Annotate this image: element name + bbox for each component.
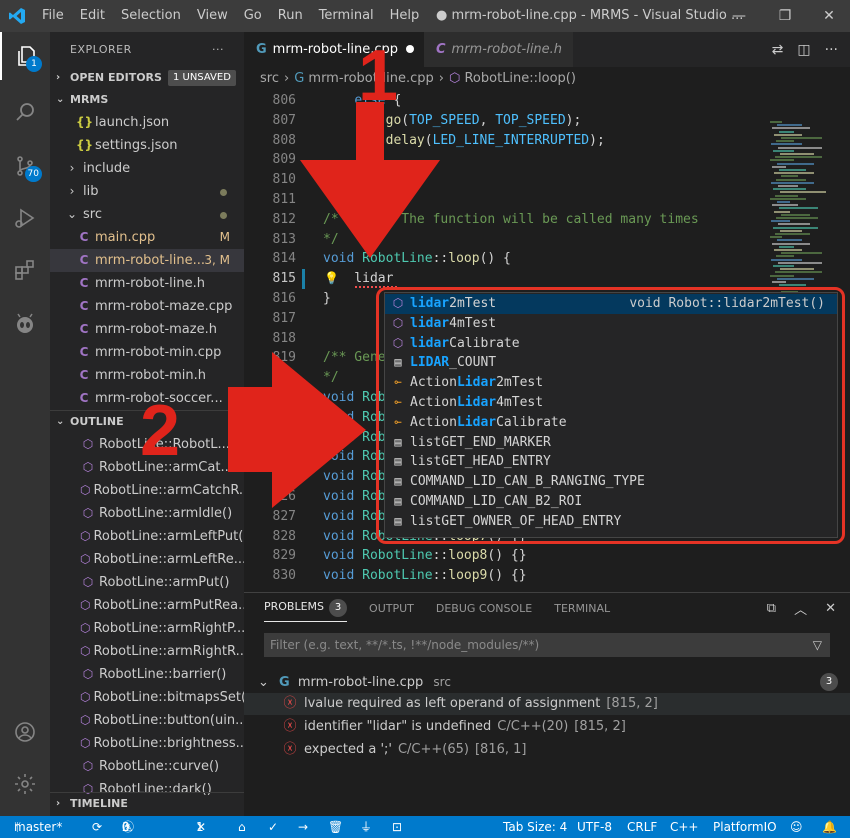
panel-actions: ⧉ ︿ ✕ <box>767 593 836 623</box>
branch-label: master* <box>14 820 63 834</box>
tab-size-status[interactable]: Tab Size: 4 <box>503 816 567 838</box>
encoding-status[interactable]: UTF-8 <box>577 816 612 838</box>
error-icon: ⓧ <box>283 696 297 711</box>
problem-position: [816, 1] <box>474 742 527 757</box>
tab-output[interactable]: OUTPUT <box>369 602 414 615</box>
warning-count: 0 <box>122 820 130 834</box>
problem-file-count-badge: 3 <box>820 673 838 691</box>
tab-debug-console[interactable]: DEBUG CONSOLE <box>436 602 532 615</box>
tab-problems[interactable]: PROBLEMS 3 <box>264 594 348 622</box>
platformio-status[interactable]: PlatformIO <box>713 816 777 838</box>
sync-icon[interactable]: ⟳ <box>92 816 102 838</box>
close-panel-icon[interactable]: ✕ <box>825 601 836 616</box>
problem-source: C/C++(65) <box>397 742 469 757</box>
problem-message: expected a ';' <box>304 742 392 757</box>
chevron-down-icon: ⌄ <box>258 675 269 690</box>
panel-tabs: PROBLEMS 3 OUTPUT DEBUG CONSOLE TERMINAL … <box>244 593 850 623</box>
status-bar: ᛘ master* ⟳ ⓧ 3 ⚠ 0 ✕ 1 ⌂ ✓ → 🗑 ⏚ ⊡ Tab Si… <box>0 816 850 838</box>
problem-file-name: mrm-robot-line.cpp <box>297 675 424 690</box>
problem-position: [815, 2] <box>606 696 658 711</box>
error-icon: ⓧ <box>283 742 297 757</box>
problem-row[interactable]: ⓧ lvalue required as left operand of assi… <box>244 693 850 715</box>
cpp-file-icon: G <box>279 675 290 690</box>
annotation-number-2: 2 <box>140 391 181 471</box>
build-check-icon[interactable]: ✓ <box>268 816 278 838</box>
arrow-down-icon <box>300 102 440 258</box>
problems-count-badge: 3 <box>329 599 348 617</box>
filter-placeholder: Filter (e.g. text, **/*.ts, !**/node_mod… <box>270 638 540 652</box>
problem-message: identifier "lidar" is undefined <box>304 719 492 734</box>
notifications-bell-icon[interactable]: 🔔 <box>822 816 837 838</box>
feedback-icon[interactable]: ☺ <box>790 816 803 838</box>
problem-file-dir: src <box>433 675 451 689</box>
clean-trash-icon[interactable]: 🗑 <box>328 816 343 838</box>
filter-icon[interactable]: ▽ <box>813 633 822 657</box>
language-status[interactable]: C++ <box>670 816 699 838</box>
problem-message: lvalue required as left operand of assig… <box>304 696 601 711</box>
annotation-number-1: 1 <box>358 36 399 116</box>
maximize-panel-icon[interactable]: ⧉ <box>767 601 776 616</box>
test-plug-icon[interactable]: ⏚ <box>360 816 372 838</box>
problems-filter-input[interactable]: Filter (e.g. text, **/*.ts, !**/node_mod… <box>264 633 830 657</box>
tab-problems-label: PROBLEMS <box>264 600 325 613</box>
upload-arrow-icon[interactable]: → <box>298 816 308 838</box>
arrow-right-icon <box>228 352 366 508</box>
error-icon: ⓧ <box>283 719 297 734</box>
serial-monitor-icon[interactable]: ⊡ <box>392 816 402 838</box>
problem-row[interactable]: ⓧ identifier "lidar" is undefined C/C++(20… <box>244 716 850 738</box>
problem-source: C/C++(20) <box>497 719 569 734</box>
bottom-panel: PROBLEMS 3 OUTPUT DEBUG CONSOLE TERMINAL … <box>244 592 850 816</box>
problem-position: [815, 2] <box>574 719 626 734</box>
problems-file-row[interactable]: ⌄ G mrm-robot-line.cpp src 3 <box>244 671 850 693</box>
tab-terminal[interactable]: TERMINAL <box>554 602 610 615</box>
home-icon[interactable]: ⌂ <box>238 816 246 838</box>
chevron-up-icon[interactable]: ︿ <box>794 599 807 618</box>
eol-status[interactable]: CRLF <box>627 816 657 838</box>
problem-row[interactable]: ⓧ expected a ';' C/C++(65) [816, 1] <box>244 739 850 761</box>
tools-count: 1 <box>196 820 204 834</box>
